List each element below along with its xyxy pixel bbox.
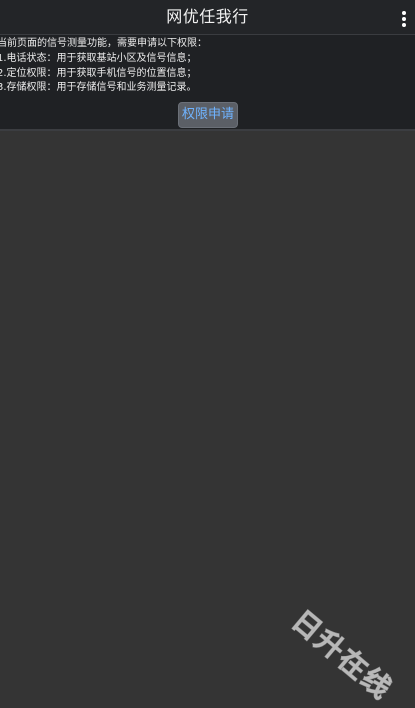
request-permission-button[interactable]: 权限申请 bbox=[178, 102, 238, 128]
menu-dot bbox=[402, 17, 406, 21]
app-header: 网优任我行 bbox=[0, 0, 415, 35]
menu-dot bbox=[402, 23, 406, 27]
permission-panel: 当前页面的信号测量功能，需要申请以下权限： 1.电话状态：用于获取基站小区及信号… bbox=[0, 35, 415, 131]
more-vert-icon[interactable] bbox=[391, 0, 415, 35]
watermark-text: 日升在线 bbox=[285, 603, 399, 707]
permission-item-location: 2.定位权限：用于获取手机信号的位置信息； bbox=[0, 68, 197, 79]
page-title: 网优任我行 bbox=[166, 7, 249, 26]
permission-item-storage: 3.存储权限：用于存储信号和业务测量记录。 bbox=[0, 82, 197, 93]
menu-dot bbox=[402, 11, 406, 15]
permission-intro: 当前页面的信号测量功能，需要申请以下权限： bbox=[0, 38, 207, 49]
permission-item-phone-state: 1.电话状态：用于获取基站小区及信号信息； bbox=[0, 53, 197, 64]
